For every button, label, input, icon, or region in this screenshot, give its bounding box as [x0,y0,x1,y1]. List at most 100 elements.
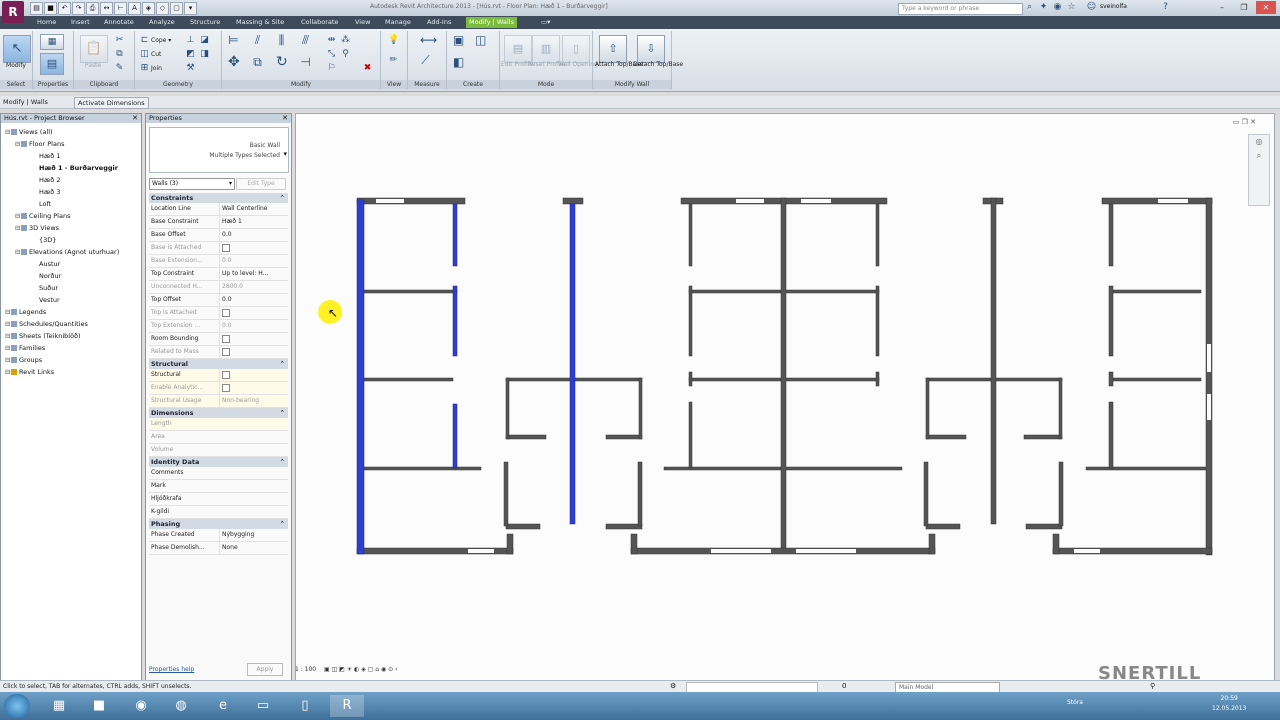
collapse-icon[interactable]: ⌃ [280,519,285,529]
window-opening[interactable] [801,199,831,203]
redo-icon[interactable]: ↷ [72,2,85,15]
cut-icon[interactable]: ✂ [114,35,125,46]
window-opening[interactable] [1207,394,1211,420]
wall[interactable] [1108,203,1114,267]
3d-view-icon[interactable]: ◈ [142,2,155,15]
detach-top-base-icon[interactable]: ⇩ [637,35,665,63]
worksets-icon[interactable]: ⚙ [670,682,676,690]
start-button[interactable] [4,694,30,718]
wall[interactable] [1058,377,1063,440]
modify-cursor-icon[interactable]: ↖ [3,35,31,63]
join-icon[interactable]: ⊞ [139,63,150,74]
wall[interactable] [688,371,693,387]
window-opening[interactable] [711,549,771,553]
internet-explorer-icon[interactable]: e [206,695,240,717]
firefox-icon[interactable]: ◍ [164,695,198,717]
close-hidden-icon[interactable]: ▢ [170,2,183,15]
subscription-icon[interactable]: ✦ [1038,2,1049,13]
selected-wall[interactable] [452,285,458,357]
browser-item[interactable]: ⊟ Groups [5,355,42,365]
close-button[interactable]: ✕ [1256,1,1276,14]
wall-opening-icon[interactable]: ▯ [562,35,590,63]
pin-icon[interactable]: ⚲ [340,49,351,60]
tab-home[interactable]: Home [34,17,59,28]
wall[interactable] [362,466,482,471]
dimension-icon[interactable]: ⟋ [420,54,431,66]
scale-icon[interactable]: ⤡ [326,49,337,60]
copy-element-icon[interactable]: ⧉ [252,56,263,68]
property-group-header[interactable]: Constraints ⌃ [149,193,288,203]
window-opening[interactable] [468,549,494,553]
property-checkbox[interactable] [222,370,230,379]
wall[interactable] [503,461,509,527]
window-opening[interactable] [1158,199,1188,203]
wall-opening-label[interactable]: Wall Opening [558,61,598,68]
property-value[interactable]: Wall Centerline [219,203,289,215]
wall[interactable] [1085,466,1207,471]
filter-icon[interactable]: ⚲ [1150,682,1155,690]
properties-icon[interactable]: ▤ [40,53,64,75]
measure-icon[interactable]: ↔ [100,2,113,15]
file-explorer-icon[interactable]: ▭ [246,695,280,717]
wall[interactable] [505,523,541,530]
system-clock[interactable]: 20:59 12.05.2013 [1212,694,1246,714]
wall[interactable] [506,533,514,555]
move-icon[interactable]: ✥ [228,55,240,69]
wall[interactable] [1052,533,1060,555]
maximize-button[interactable]: ❐ [1234,1,1254,14]
wall[interactable] [990,197,997,525]
align-dimension-icon[interactable]: ⊢ [114,2,127,15]
search-input[interactable]: Type a keyword or phrase [898,3,1023,15]
window-opening[interactable] [1207,344,1211,372]
photoshop-icon[interactable]: ▦ [42,695,76,717]
offset-icon[interactable]: ⫽ [252,34,263,46]
collapse-icon[interactable]: ⌃ [280,359,285,369]
property-value[interactable]: Up to level: H... [219,268,289,280]
user-name[interactable]: sveinolfa [1100,3,1127,10]
collapse-icon[interactable]: ⌃ [280,457,285,467]
rotate-icon[interactable]: ↻ [276,55,288,69]
paint-icon[interactable]: ◩ [185,49,196,60]
browser-item[interactable]: ⊟ Revit Links [5,367,54,377]
wall[interactable] [1025,523,1063,530]
wall[interactable] [605,434,643,440]
collapse-icon[interactable]: ⌃ [280,408,285,418]
cope-icon[interactable]: ⊏ [139,35,150,46]
type-properties-icon[interactable]: ▦ [40,34,64,50]
wall[interactable] [875,371,880,387]
wall[interactable] [925,523,961,530]
wall[interactable] [780,197,787,549]
browser-item[interactable]: ⊟ Families [5,343,45,353]
match-type-icon[interactable]: ✎ [114,63,125,74]
drawing-area[interactable]: ▭ ❐ ✕ ◎ ⌕ ↖ [295,113,1275,682]
demolish-icon[interactable]: ⚒ [185,63,196,74]
wall[interactable] [356,197,466,205]
browser-item[interactable]: ⊟ Schedules/Quantities [5,319,88,329]
mirror-axis-icon[interactable]: ⫼ [276,34,287,46]
ribbon-options-icon[interactable]: ▭▾ [538,17,553,28]
wall[interactable] [630,547,936,555]
reset-profile-label[interactable]: Reset Profile [528,61,565,68]
split-face-icon[interactable]: ◪ [199,35,210,46]
apply-button[interactable]: Apply [247,663,283,676]
detach-top-base-label[interactable]: Detach Top/Base [633,61,683,68]
window-opening[interactable] [376,199,404,203]
browser-item[interactable]: Hæð 1 - Burðarveggir [25,163,118,173]
property-value[interactable]: None [219,542,289,554]
window-opening[interactable] [1074,549,1100,553]
browser-item[interactable]: Loft [25,199,51,209]
wall[interactable] [605,523,643,530]
type-selector[interactable]: Basic Wall Multiple Types Selected ▾ [149,127,289,173]
tab-massing-site[interactable]: Massing & Site [233,17,287,28]
wall[interactable] [362,289,458,294]
view-control-icons[interactable]: ▣ ◫ ◩ ☀ ◐ ◈ ▢ ⌂ ◉ ⊙ ‹ [324,666,397,673]
section-icon[interactable]: ◇ [156,2,169,15]
selected-wall[interactable] [452,203,458,267]
revit-taskbar-icon[interactable]: R [330,695,364,717]
wall[interactable] [1110,289,1202,294]
paste-label[interactable]: Paste [80,62,106,69]
help-icon[interactable]: ? [1160,2,1171,13]
hide-icon[interactable]: 💡 [388,35,399,46]
undo-icon[interactable]: ↶ [58,2,71,15]
browser-item[interactable]: ⊟ Elevations (Agnot uturhuar) [15,247,119,257]
